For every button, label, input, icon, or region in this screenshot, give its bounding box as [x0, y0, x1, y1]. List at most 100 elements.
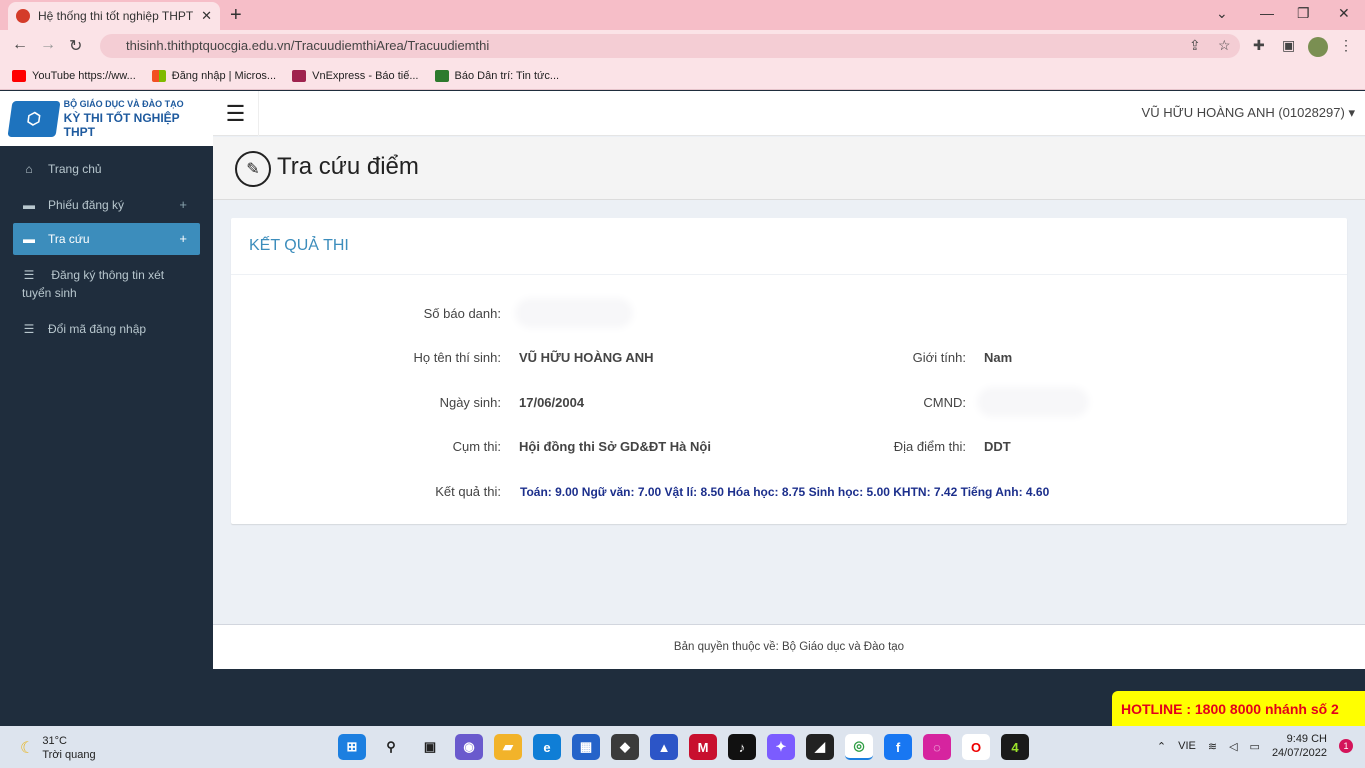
label-name: Họ tên thí sinh:: [413, 350, 501, 365]
value-gender: Nam: [984, 350, 1013, 365]
tiktok-icon[interactable]: ♪: [728, 734, 756, 760]
bookmark-label: VnExpress - Báo tiế...: [312, 69, 419, 82]
sidebar-item-home[interactable]: ⌂ Trang chủ: [0, 153, 213, 185]
sidebar-item-label: Tra cứu: [48, 232, 90, 246]
logo-line-2: KỲ THI TỐT NGHIỆP THPT: [63, 110, 180, 139]
edge-icon[interactable]: e: [533, 734, 561, 760]
weather-temp: 31°C: [42, 735, 67, 747]
app-cube-icon[interactable]: ◆: [611, 734, 639, 760]
caret-down-icon: ▾: [1348, 105, 1355, 120]
chevron-up-icon[interactable]: ⌃: [1157, 740, 1166, 753]
task-view-icon[interactable]: ▣: [416, 734, 444, 760]
wifi-icon[interactable]: ≋: [1208, 740, 1217, 753]
home-icon: ⌂: [25, 162, 33, 176]
forward-icon[interactable]: →: [40, 36, 56, 54]
clock[interactable]: 9:49 CH 24/07/2022: [1272, 732, 1327, 760]
messenger-icon[interactable]: ✦: [767, 734, 795, 760]
hotline-banner[interactable]: HOTLINE : 1800 8000 nhánh số 2: [1112, 691, 1365, 727]
chrome-icon[interactable]: ◎: [845, 734, 873, 760]
side-panel-icon[interactable]: ▣: [1282, 37, 1295, 54]
bookmark-youtube[interactable]: YouTube https://ww...: [12, 69, 136, 82]
label-cmnd: CMND:: [923, 395, 966, 410]
top-navbar: ☰ VŨ HỮU HOÀNG ANH (01028297) ▾: [213, 91, 1365, 136]
extensions-icon[interactable]: ✚: [1253, 37, 1265, 54]
chrome-menu-icon[interactable]: ⋮: [1339, 37, 1353, 54]
label-cluster: Cụm thi:: [452, 439, 501, 454]
user-menu[interactable]: VŨ HỮU HOÀNG ANH (01028297) ▾: [1142, 105, 1355, 121]
sidebar-item-label: Trang chủ: [48, 162, 102, 176]
language-indicator[interactable]: VIE: [1178, 740, 1196, 752]
reload-icon[interactable]: ↻: [69, 36, 82, 56]
dantri-icon: [434, 69, 449, 82]
redacted-sbd: [521, 304, 627, 322]
page-title: Tra cứu điểm: [277, 153, 419, 180]
moon-icon: ☾: [20, 740, 35, 757]
edit-icon: ✎: [235, 151, 271, 187]
logo[interactable]: ⬡ BỘ GIÁO DỤC VÀ ĐÀO TẠO KỲ THI TỐT NGHI…: [0, 91, 213, 146]
volume-icon[interactable]: ◁: [1229, 740, 1237, 753]
label-sbd: Số báo danh:: [423, 306, 501, 321]
windows-start-icon[interactable]: ⊞: [338, 734, 366, 760]
share-icon[interactable]: ⇪: [1189, 37, 1201, 54]
bookmark-vnexpress[interactable]: VnExpress - Báo tiế...: [292, 69, 419, 82]
sidebar-item-label: Đổi mã đăng nhập: [48, 322, 147, 336]
tab-search-icon[interactable]: ⌄: [1216, 5, 1228, 22]
back-icon[interactable]: ←: [12, 36, 28, 54]
profile-avatar[interactable]: [1308, 37, 1328, 57]
facebook-icon[interactable]: f: [884, 734, 912, 760]
list-icon: ☰: [23, 322, 35, 336]
list-icon: ☰: [23, 268, 35, 282]
teams-chat-icon[interactable]: ◉: [455, 734, 483, 760]
address-bar[interactable]: thisinh.thithptquocgia.edu.vn/Tracuudiem…: [100, 34, 1240, 58]
folder-icon: ▬: [23, 232, 35, 246]
weather-widget[interactable]: ☾ 31°C Trời quang: [20, 734, 96, 762]
maximize-icon[interactable]: ❐: [1297, 5, 1310, 22]
browser-tab[interactable]: Hệ thống thi tốt nghiệp THPT 20 ✕: [8, 2, 220, 30]
hamburger-menu-icon[interactable]: ☰: [213, 91, 259, 136]
photo-app-icon[interactable]: ▲: [650, 734, 678, 760]
bookmark-dantri[interactable]: Báo Dân trí: Tin tức...: [434, 69, 560, 82]
bookmark-label: Báo Dân trí: Tin tức...: [454, 69, 560, 82]
window-close-icon[interactable]: ✕: [1338, 5, 1350, 22]
label-scores: Kết quả thi:: [435, 484, 501, 499]
sidebar-menu: ⌂ Trang chủ ▬ Phiếu đăng ký + ▬ Tra cứu …: [0, 153, 213, 345]
sidebar-item-change-code[interactable]: ☰ Đổi mã đăng nhập: [0, 313, 213, 345]
instagram-icon[interactable]: ◌: [923, 734, 951, 760]
search-icon[interactable]: ⚲: [377, 734, 405, 760]
system-tray: ⌃ VIE ≋ ◁ ▭ 9:49 CH 24/07/2022 1: [1157, 732, 1353, 760]
sidebar-item-lookup[interactable]: ▬ Tra cứu +: [13, 223, 200, 255]
minimize-icon[interactable]: —: [1260, 5, 1274, 21]
label-gender: Giới tính:: [912, 350, 966, 365]
app-4-icon[interactable]: 4: [1001, 734, 1029, 760]
user-name: VŨ HỮU HOÀNG ANH (01028297): [1141, 105, 1345, 120]
content-header: ✎ Tra cứu điểm: [213, 137, 1365, 200]
value-dob: 17/06/2004: [519, 395, 585, 410]
value-name: VŨ HỮU HOÀNG ANH: [519, 350, 654, 365]
mcafee-icon[interactable]: M: [689, 734, 717, 760]
folder-icon: ▬: [23, 198, 35, 212]
footer: Bản quyền thuộc về: Bộ Giáo dục và Đào t…: [213, 624, 1365, 669]
sidebar: ⬡ BỘ GIÁO DỤC VÀ ĐÀO TẠO KỲ THI TỐT NGHI…: [0, 91, 213, 726]
notification-badge[interactable]: 1: [1339, 739, 1353, 753]
tab-close-icon[interactable]: ✕: [201, 8, 212, 24]
expand-plus-icon[interactable]: +: [179, 230, 187, 248]
expand-plus-icon[interactable]: +: [179, 196, 187, 214]
game-icon[interactable]: ◢: [806, 734, 834, 760]
file-explorer-icon[interactable]: ▰: [494, 734, 522, 760]
sidebar-item-admission-info[interactable]: ☰ Đăng ký thông tin xét tuyển sinh: [0, 259, 213, 309]
new-tab-icon[interactable]: +: [230, 4, 242, 27]
battery-icon[interactable]: ▭: [1250, 740, 1260, 753]
bookmark-star-icon[interactable]: ☆: [1218, 37, 1231, 54]
bookmark-microsoft[interactable]: Đăng nhập | Micros...: [151, 69, 276, 82]
sidebar-item-registration[interactable]: ▬ Phiếu đăng ký +: [0, 189, 213, 221]
redacted-cmnd: [983, 393, 1083, 411]
value-scores: Toán: 9.00 Ngữ văn: 7.00 Vật lí: 8.50 Hó…: [520, 485, 1050, 499]
opera-icon[interactable]: O: [962, 734, 990, 760]
tab-title: Hệ thống thi tốt nghiệp THPT 20: [38, 9, 196, 23]
label-location: Địa điểm thi:: [893, 439, 966, 454]
microsoft-icon: [151, 69, 166, 82]
sidebar-item-label: Phiếu đăng ký: [48, 198, 125, 212]
store-icon[interactable]: ▦: [572, 734, 600, 760]
youtube-icon: [12, 69, 26, 82]
bookmarks-bar: YouTube https://ww... Đăng nhập | Micros…: [0, 62, 1365, 90]
